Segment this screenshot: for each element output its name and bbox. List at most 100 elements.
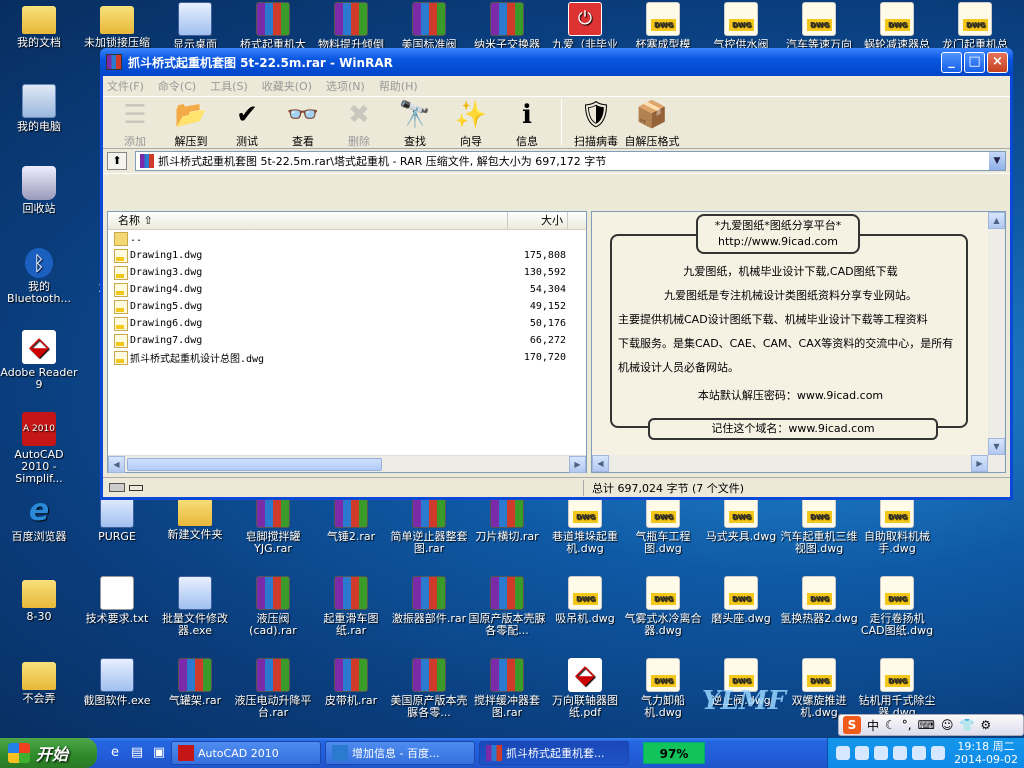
scroll-up-icon[interactable]: ▲ <box>988 212 1005 229</box>
battery-percent[interactable]: 97% <box>643 742 705 764</box>
desktop-icon[interactable]: 显示桌面 <box>156 2 234 51</box>
scroll-right-icon[interactable]: ▶ <box>971 455 988 472</box>
comment-vscrollbar[interactable]: ▲ ▼ <box>988 212 1005 455</box>
clock[interactable]: 19:18 周二 2014-09-02 <box>954 740 1018 766</box>
ime-mode-label[interactable]: 中 <box>867 717 879 734</box>
desktop-icon[interactable]: 双螺旋推进机.dwg <box>780 658 858 719</box>
toolbar-button[interactable]: 🔭 查找 <box>387 99 443 149</box>
toolbar-button[interactable]: ✔ 测试 <box>219 99 275 149</box>
desktop-icon[interactable]: 自助取料机械手.dwg <box>858 494 936 555</box>
desktop-icon[interactable]: 万向联轴器图纸.pdf <box>546 658 624 719</box>
desktop-icon[interactable]: 我的电脑 <box>0 84 78 133</box>
minimize-button[interactable]: _ <box>941 51 962 73</box>
toolbar-button[interactable]: 📂 解压到 <box>163 99 219 149</box>
explorer-icon[interactable]: ▤ <box>129 745 145 761</box>
maximize-button[interactable]: □ <box>964 51 985 73</box>
settings-icon[interactable]: ⚙ <box>980 718 991 732</box>
desktop-icon[interactable]: 气力卸船机.dwg <box>624 658 702 719</box>
taskbar-button[interactable]: AutoCAD 2010 <box>171 741 321 765</box>
desktop-icon[interactable]: 我的 Bluetooth... <box>0 248 78 305</box>
moon-icon[interactable]: ☾ <box>885 718 896 732</box>
desktop-icon[interactable]: 国原产版本壳脲各零配... <box>468 576 546 637</box>
desktop-icon[interactable]: 回收站 <box>0 166 78 215</box>
file-list-hscrollbar[interactable]: ◀ ▶ <box>108 455 586 473</box>
toolbar-button[interactable]: 📦 自解压格式 <box>624 99 680 149</box>
desktop-icon[interactable]: 气锤2.rar <box>312 494 390 543</box>
desktop-icon[interactable]: 批量文件修改器.exe <box>156 576 234 637</box>
desktop-icon[interactable]: AutoCAD 2010 - Simplif... <box>0 412 78 485</box>
desktop-icon[interactable]: 汽车起重机三维视图.dwg <box>780 494 858 555</box>
scroll-thumb[interactable] <box>127 457 382 471</box>
desktop-icon[interactable]: 吸吊机.dwg <box>546 576 624 625</box>
desktop-icon[interactable]: 蜗轮减速器总 <box>858 2 936 51</box>
file-row[interactable]: Drawing6.dwg 50,176 <box>108 315 586 332</box>
scroll-right-icon[interactable]: ▶ <box>569 455 586 473</box>
path-dropdown[interactable]: 抓斗桥式起重机套图 5t-22.5m.rar\塔式起重机 - RAR 压缩文件,… <box>135 151 1006 171</box>
file-row[interactable]: Drawing5.dwg 49,152 <box>108 298 586 315</box>
shirt-icon[interactable]: 👕 <box>959 718 974 732</box>
ime-toolbar[interactable]: S 中 ☾ °, ⌨ ☺ 👕 ⚙ <box>838 714 1024 736</box>
scroll-left-icon[interactable]: ◀ <box>108 455 125 473</box>
qq-icon[interactable] <box>874 746 889 760</box>
bluetooth-tray-icon[interactable] <box>912 746 927 760</box>
desktop-icon[interactable]: 简单逆止器整套图.rar <box>390 494 468 555</box>
show-desktop-icon[interactable]: ▣ <box>151 745 167 761</box>
desktop-icon[interactable]: 桥式起重机大 <box>234 2 312 51</box>
desktop-icon[interactable]: 纳米子交换器 <box>468 2 546 51</box>
punctuation-icon[interactable]: °, <box>902 718 912 732</box>
desktop-icon[interactable]: 气雾式水冷离合器.dwg <box>624 576 702 637</box>
desktop-icon[interactable]: 我的文档 <box>0 2 78 49</box>
scroll-down-icon[interactable]: ▼ <box>988 438 1005 455</box>
taskbar-button[interactable]: 抓斗桥式起重机套... <box>479 741 629 765</box>
desktop-icon[interactable]: 走行卷扬机CAD图纸.dwg <box>858 576 936 637</box>
desktop-icon[interactable]: 龙门起重机总 <box>936 2 1014 51</box>
file-row[interactable]: Drawing1.dwg 175,808 <box>108 247 586 264</box>
up-folder-button[interactable]: ⬆ <box>107 152 127 170</box>
comment-hscrollbar[interactable]: ◀ ▶ <box>592 455 1005 472</box>
desktop-icon[interactable]: 美国标准阀 <box>390 2 468 51</box>
desktop-icon[interactable]: 起重滑车图纸.rar <box>312 576 390 637</box>
keyboard-icon[interactable]: ⌨ <box>918 718 935 732</box>
menu-item[interactable]: 工具(S) <box>210 78 248 94</box>
desktop-icon[interactable]: 美国原产版本壳脲各零... <box>390 658 468 719</box>
desktop-icon[interactable]: 气罐架.rar <box>156 658 234 707</box>
file-row[interactable]: 抓斗桥式起重机设计总图.dwg 170,720 <box>108 349 586 366</box>
desktop-icon[interactable]: 氢换热器2.dwg <box>780 576 858 625</box>
desktop-icon[interactable]: 液压电动升降平台.rar <box>234 658 312 719</box>
desktop-icon[interactable]: 截图软件.exe <box>78 658 156 707</box>
start-button[interactable]: 开始 <box>0 738 97 768</box>
file-row[interactable]: Drawing3.dwg 130,592 <box>108 264 586 281</box>
desktop-icon[interactable]: Adobe Reader 9 <box>0 330 78 391</box>
desktop-icon[interactable]: 马式夹具.dwg <box>702 494 780 543</box>
desktop-icon[interactable]: 液压阀(cad).rar <box>234 576 312 637</box>
scroll-left-icon[interactable]: ◀ <box>592 455 609 472</box>
desktop-icon[interactable]: 未加锁接压缩 <box>78 2 156 49</box>
taskbar-button[interactable]: 增加信息 - 百度... <box>325 741 475 765</box>
sogou-ime-icon[interactable]: S <box>843 716 861 734</box>
desktop-icon[interactable]: 杯塞成型模 <box>624 2 702 51</box>
desktop-icon[interactable]: 搅拌缓冲器套图.rar <box>468 658 546 719</box>
desktop-icon[interactable]: 钻机用千式除尘器.dwg <box>858 658 936 719</box>
desktop-icon[interactable]: 汽车等速万向 <box>780 2 858 51</box>
menu-item[interactable]: 命令(C) <box>158 78 196 94</box>
toolbar-button[interactable]: ✖ 删除 <box>331 99 387 149</box>
chevron-down-icon[interactable]: ▼ <box>989 152 1005 170</box>
desktop-icon[interactable]: 技术要求.txt <box>78 576 156 625</box>
ie-icon[interactable]: e <box>107 745 123 761</box>
menu-item[interactable]: 帮助(H) <box>379 78 418 94</box>
desktop-icon[interactable]: 8-30 <box>0 576 78 623</box>
close-button[interactable]: × <box>987 51 1008 73</box>
toolbar-button[interactable]: ☰ 添加 <box>107 99 163 149</box>
menu-item[interactable]: 文件(F) <box>107 78 144 94</box>
desktop-icon[interactable]: 气控供水阀 <box>702 2 780 51</box>
toolbar-button[interactable]: 🛡 扫描病毒 <box>568 99 624 149</box>
column-name[interactable]: 名称 ⇧ <box>108 212 508 229</box>
winrar-app-icon[interactable] <box>106 54 122 70</box>
file-row[interactable]: .. <box>108 230 586 247</box>
volume-icon[interactable] <box>931 746 946 760</box>
desktop-icon[interactable]: 百度浏览器 <box>0 494 78 543</box>
desktop-icon[interactable]: 巷道堆垛起重机.dwg <box>546 494 624 555</box>
desktop-icon[interactable]: 气瓶车工程图.dwg <box>624 494 702 555</box>
network-icon[interactable] <box>855 746 870 760</box>
desktop-icon[interactable]: 新建文件夹 <box>156 494 234 541</box>
